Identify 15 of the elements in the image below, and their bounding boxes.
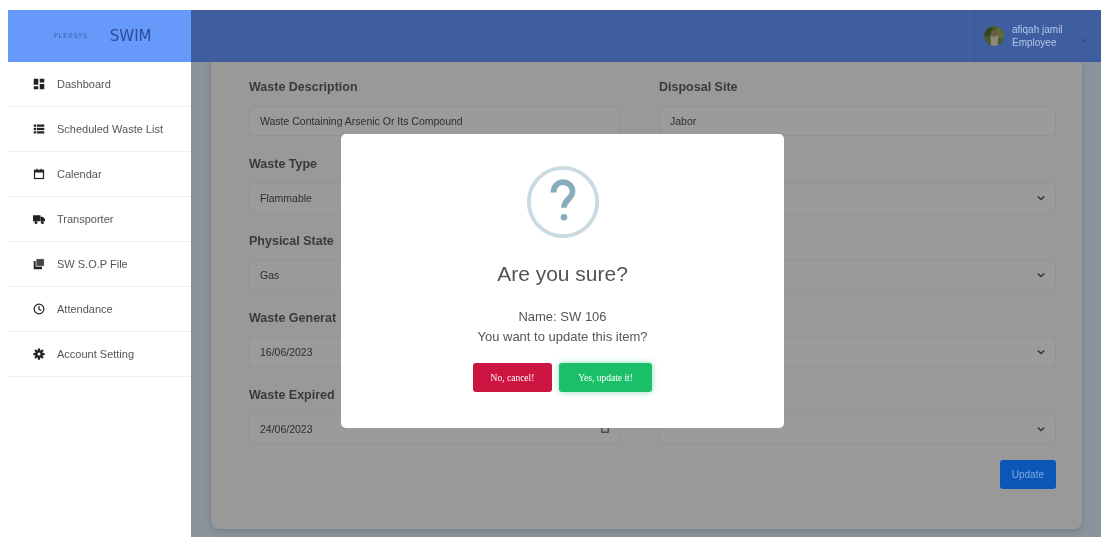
dialog-title: Are you sure?	[497, 262, 628, 286]
field-label: Waste Description	[249, 80, 358, 96]
field-label: Waste Type	[249, 157, 318, 173]
field-label: Waste Expired	[249, 388, 335, 404]
dialog-message: You want to update this item?	[477, 328, 648, 346]
field-label: Waste Generat	[249, 311, 337, 327]
user-role: Employee	[1012, 36, 1058, 49]
app-name: SWIM	[109, 27, 152, 45]
user-name: afiqah jamil	[1012, 23, 1063, 36]
field-label: Disposal Site	[659, 80, 738, 96]
cancel-button[interactable]: No, cancel!	[473, 363, 552, 392]
input-field[interactable]: Waste Containing Arsenic Or Its Compound	[249, 106, 620, 136]
input-field[interactable]: Jabor	[659, 106, 1056, 136]
field-label: Physical State	[249, 234, 334, 250]
dialog-message: Name: SW 106	[518, 308, 607, 326]
